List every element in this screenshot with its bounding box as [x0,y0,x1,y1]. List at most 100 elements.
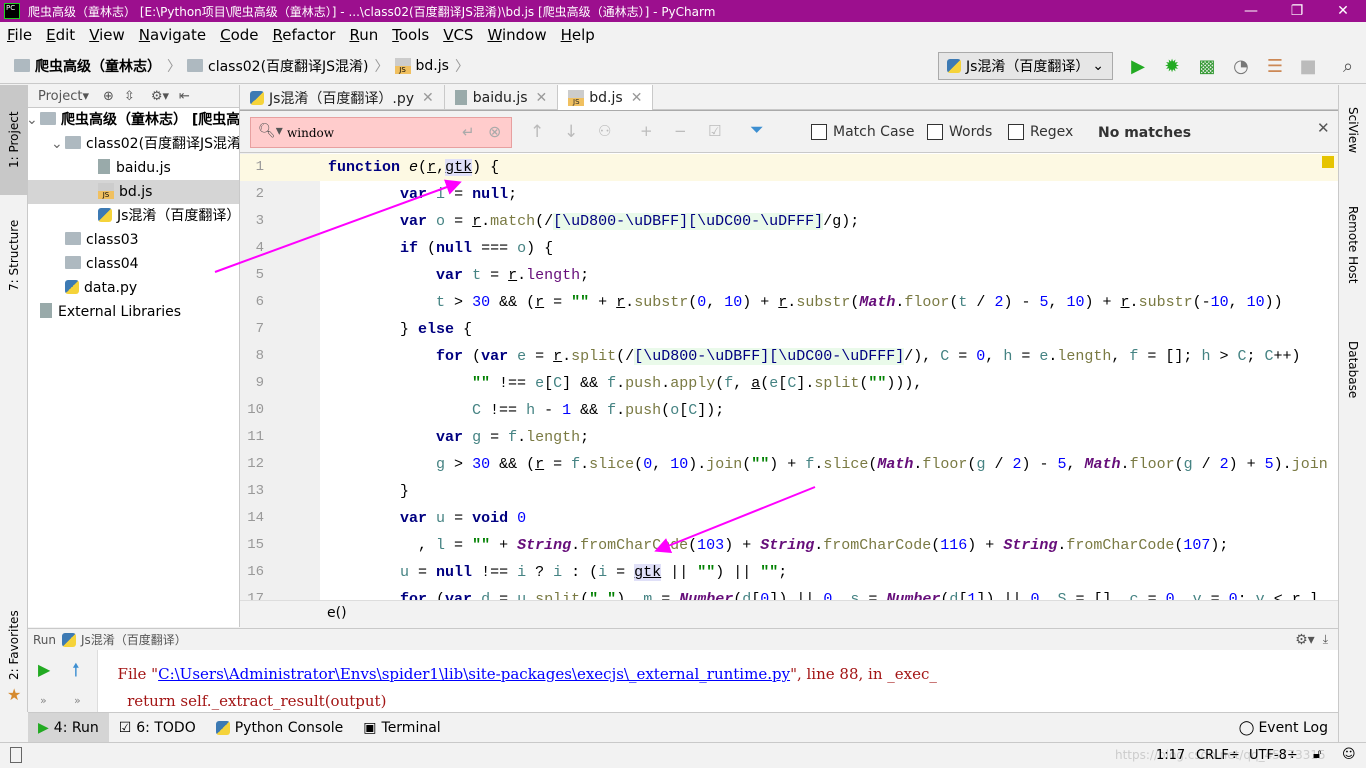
up-arrow-icon[interactable]: 🠕 [72,658,80,688]
close-find-icon[interactable]: ✕ [1317,119,1330,137]
menu-run[interactable]: Run [349,26,378,44]
file-link[interactable]: C:\Users\Administrator\Envs\spider1\lib\… [158,665,790,683]
hide-panel-icon[interactable]: ⇤ [179,89,190,104]
menu-help[interactable]: Help [561,26,595,44]
line-number: 2 [255,186,264,202]
database-tool-tab[interactable]: Database [1339,330,1366,410]
code-text: function e(r,gtk) { [328,159,500,176]
editor-tab[interactable]: baidu.js ✕ [445,85,559,110]
search-icon[interactable]: ⌕ [1337,56,1359,78]
tab-label: bd.js [589,89,623,106]
folder-icon [65,232,81,245]
code-line: 17 for (var d = u.split("."), m = Number… [240,586,1338,600]
menu-refactor[interactable]: Refactor [273,26,336,44]
find-all-icon[interactable]: ⚇ [598,122,611,140]
lock-icon[interactable]: 🔓︎ [1313,747,1321,762]
window-title: 爬虫高级（童林志） [E:\Python项目\爬虫高级（童林志）] - ...\… [28,4,716,19]
menu-window[interactable]: Window [487,26,546,44]
structure-tool-tab[interactable]: 7: Structure [0,200,28,310]
tree-item[interactable]: Js混淆（百度翻译） [28,204,239,228]
code-text: var u = void 0 [400,510,527,527]
event-log-button[interactable]: ◯ Event Log [1229,713,1338,743]
tree-item[interactable]: baidu.js [28,156,239,180]
more-icon[interactable]: » [74,694,81,707]
select-all-occurrences-icon[interactable]: ☑ [708,122,721,140]
line-number: 10 [247,402,264,418]
code-text: } else { [400,321,473,338]
menu-view[interactable]: View [89,26,125,44]
close-tab-icon[interactable]: ✕ [631,90,643,106]
concurrency-icon[interactable]: ☰ [1264,56,1286,78]
breadcrumb-file[interactable]: bd.js [416,58,449,74]
run-configuration-select[interactable]: Js混淆（百度翻译） ⌄ [938,52,1113,80]
code-line: 12 g > 30 && (r = f.slice(0, 10).join(""… [240,451,1338,478]
profile-icon[interactable]: ◔ [1230,56,1252,78]
next-occurrence-icon[interactable]: ↓ [564,122,578,142]
debug-icon[interactable]: ✹ [1161,56,1183,78]
cursor-position[interactable]: 1:17 [1156,748,1185,763]
rerun-icon[interactable]: ▶ [38,660,50,679]
line-separator[interactable]: CRLF÷ [1196,748,1240,763]
menu-code[interactable]: Code [220,26,258,44]
close-tab-icon[interactable]: ✕ [422,90,434,106]
filter-icon[interactable]: ⏷ [750,120,764,140]
js-file-icon [568,89,585,106]
todo-tool-button[interactable]: ☑ 6: TODO [109,713,206,743]
tree-item[interactable]: External Libraries [28,300,239,324]
code-line: 7 } else { [240,316,1338,343]
code-editor[interactable]: 1 function e(r,gtk) {2 var i = null; 3 var… [240,153,1338,600]
code-breadcrumb[interactable]: e() [240,600,1338,628]
menu-edit[interactable]: Edit [46,26,75,44]
favorites-tool-tab[interactable]: 2: Favorites [0,600,28,690]
run-icon[interactable]: ▶ [1127,56,1149,78]
collapse-all-icon[interactable]: ⇳ [124,89,135,104]
breadcrumb-folder[interactable]: class02(百度翻译JS混淆) [208,56,369,76]
menu-file[interactable]: File [7,26,32,44]
tree-item[interactable]: ⌄ 爬虫高级（童林志） [爬虫高 [28,108,239,132]
tree-item[interactable]: bd.js [28,180,239,204]
python-console-tool-button[interactable]: Python Console [206,713,354,743]
remote-host-tool-tab[interactable]: Remote Host [1339,190,1366,300]
tree-item[interactable]: class03 [28,228,239,252]
chevron-icon[interactable]: ⌄ [28,108,40,132]
words-checkbox[interactable]: Words [927,124,992,140]
chevron-icon[interactable]: ⌄ [51,132,65,156]
run-config-tab[interactable]: Js混淆（百度翻译） [81,631,187,648]
close-button[interactable]: ✕ [1320,0,1366,22]
search-options-icon[interactable]: 🔍︎▾ [258,123,283,139]
gear-icon[interactable]: ⚙▾ [1295,632,1315,648]
hide-icon[interactable]: ⤓ [1323,632,1328,647]
tree-item[interactable]: ⌄ class02(百度翻译JS混淆 [28,132,239,156]
close-tab-icon[interactable]: ✕ [536,90,548,106]
previous-occurrence-icon[interactable]: ↑ [530,122,544,142]
stop-icon[interactable]: ■ [1297,56,1319,78]
add-occurrence-icon[interactable]: + [640,122,653,140]
menu-tools[interactable]: Tools [392,26,429,44]
gear-icon[interactable]: ⚙▾ [151,89,169,104]
menu-navigate[interactable]: Navigate [139,26,206,44]
file-encoding[interactable]: UTF-8÷ [1249,748,1298,763]
toggle-tool-windows-icon[interactable] [10,747,22,763]
remove-occurrence-icon[interactable]: − [674,122,687,140]
maximize-button[interactable]: ❐ [1274,0,1320,22]
terminal-tool-button[interactable]: ▣ Terminal [353,713,450,743]
minimize-button[interactable]: — [1228,0,1274,22]
regex-checkbox[interactable]: Regex [1008,124,1073,140]
run-tool-button[interactable]: ▶ 4: Run [28,712,109,743]
menu-vcs[interactable]: VCS [443,26,473,44]
coverage-icon[interactable]: ▩ [1196,56,1218,78]
tree-item[interactable]: data.py [28,276,239,300]
breadcrumb-project[interactable]: 爬虫高级（童林志） [35,56,161,76]
code-text: , l = "" + String.fromCharCode(103) + St… [328,537,1229,554]
inspector-icon[interactable]: ☺ [1342,747,1356,762]
more-icon[interactable]: » [40,694,47,707]
clear-search-icon[interactable]: ⊗ [488,122,501,141]
match-case-checkbox[interactable]: Match Case [811,124,914,140]
editor-tab[interactable]: Js混淆（百度翻译）.py ✕ [240,85,445,110]
editor-tab[interactable]: bd.js ✕ [558,85,654,110]
sciview-tool-tab[interactable]: SciView [1339,90,1366,170]
locate-icon[interactable]: ⊕ [103,89,114,104]
project-tool-tab[interactable]: 1: Project [0,85,28,195]
tree-item[interactable]: class04 [28,252,239,276]
project-view-select[interactable]: Project▾ [38,89,89,104]
